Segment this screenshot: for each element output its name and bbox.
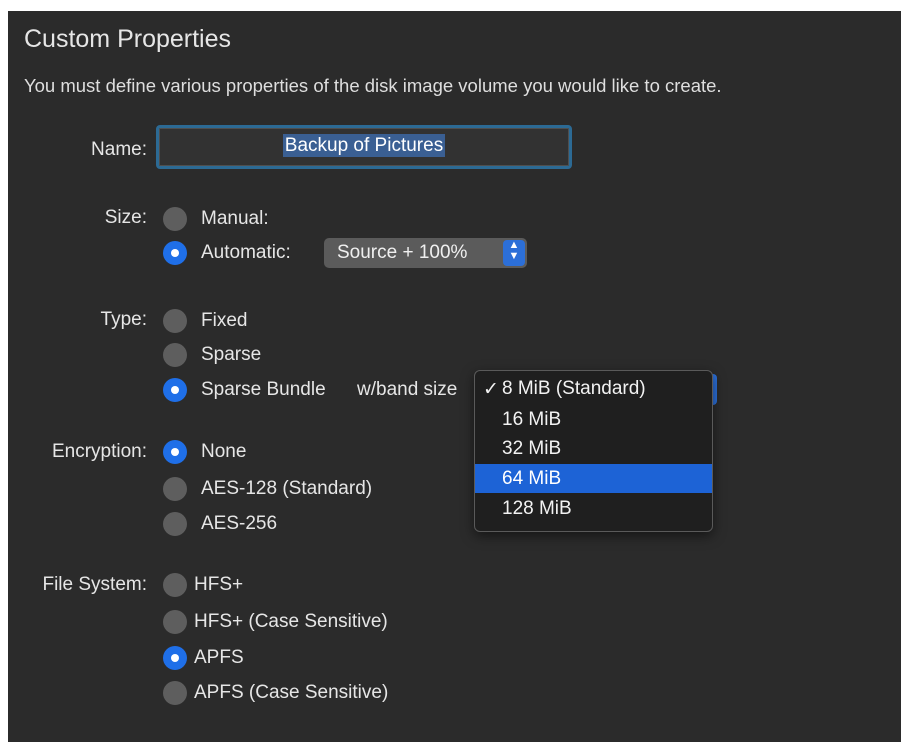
encryption-label: Encryption: — [51, 441, 147, 462]
type-sparse-label[interactable]: Sparse — [201, 344, 261, 366]
fs-apfs-case-label[interactable]: APFS (Case Sensitive) — [194, 682, 388, 704]
name-field[interactable]: Backup of Pictures — [156, 125, 572, 169]
menu-item-32mib[interactable]: 32 MiB — [475, 434, 712, 463]
menu-item-label: 8 MiB (Standard) — [502, 378, 646, 399]
band-size-menu: ✓ 8 MiB (Standard) 16 MiB 32 MiB 64 MiB … — [474, 370, 713, 532]
type-fixed-label[interactable]: Fixed — [201, 310, 247, 332]
encryption-aes256-radio[interactable] — [163, 512, 187, 536]
fs-apfs-case-radio[interactable] — [163, 681, 187, 705]
size-select-value: Source + 100% — [337, 242, 468, 263]
type-sparse-radio[interactable] — [163, 343, 187, 367]
menu-item-128mib[interactable]: 128 MiB — [475, 494, 712, 523]
encryption-aes128-label[interactable]: AES-128 (Standard) — [201, 478, 372, 500]
type-sparse-bundle-radio[interactable] — [163, 378, 187, 402]
encryption-aes128-radio[interactable] — [163, 477, 187, 501]
size-manual-radio[interactable] — [163, 207, 187, 231]
menu-item-64mib[interactable]: 64 MiB — [475, 464, 712, 493]
type-label: Type: — [100, 309, 147, 330]
size-automatic-select[interactable]: Source + 100% ▲ ▼ — [324, 238, 527, 268]
encryption-none-label[interactable]: None — [201, 441, 246, 463]
size-label: Size: — [104, 207, 147, 228]
fs-hfs-case-label[interactable]: HFS+ (Case Sensitive) — [194, 611, 388, 633]
checkmark-icon: ✓ — [483, 379, 499, 400]
size-manual-label[interactable]: Manual: — [201, 208, 269, 230]
fs-hfs-radio[interactable] — [163, 573, 187, 597]
encryption-aes256-label[interactable]: AES-256 — [201, 513, 277, 535]
encryption-none-radio[interactable] — [163, 440, 187, 464]
size-automatic-radio[interactable] — [163, 241, 187, 265]
band-size-label: w/band size — [357, 379, 458, 400]
size-automatic-label[interactable]: Automatic: — [201, 242, 291, 264]
menu-item-label: 16 MiB — [502, 409, 562, 430]
fs-hfs-case-radio[interactable] — [163, 610, 187, 634]
menu-item-8mib[interactable]: ✓ 8 MiB (Standard) — [475, 374, 712, 403]
fs-apfs-label[interactable]: APFS — [194, 647, 244, 669]
menu-item-label: 128 MiB — [502, 498, 572, 519]
menu-item-label: 32 MiB — [502, 438, 562, 459]
type-fixed-radio[interactable] — [163, 309, 187, 333]
menu-item-label: 64 MiB — [502, 468, 562, 489]
type-sparse-bundle-label[interactable]: Sparse Bundle — [201, 379, 326, 401]
file-system-label: File System: — [42, 574, 147, 595]
page-title: Custom Properties — [24, 25, 232, 53]
fs-apfs-radio[interactable] — [163, 646, 187, 670]
fs-hfs-label[interactable]: HFS+ — [194, 574, 243, 596]
custom-properties-panel: Custom Properties You must define variou… — [8, 11, 901, 742]
intro-text: You must define various properties of th… — [24, 75, 722, 96]
name-label: Name: — [91, 139, 147, 160]
menu-item-16mib[interactable]: 16 MiB — [475, 405, 712, 434]
chevron-updown-icon: ▲ ▼ — [503, 240, 525, 266]
name-field-value: Backup of Pictures — [282, 134, 446, 157]
